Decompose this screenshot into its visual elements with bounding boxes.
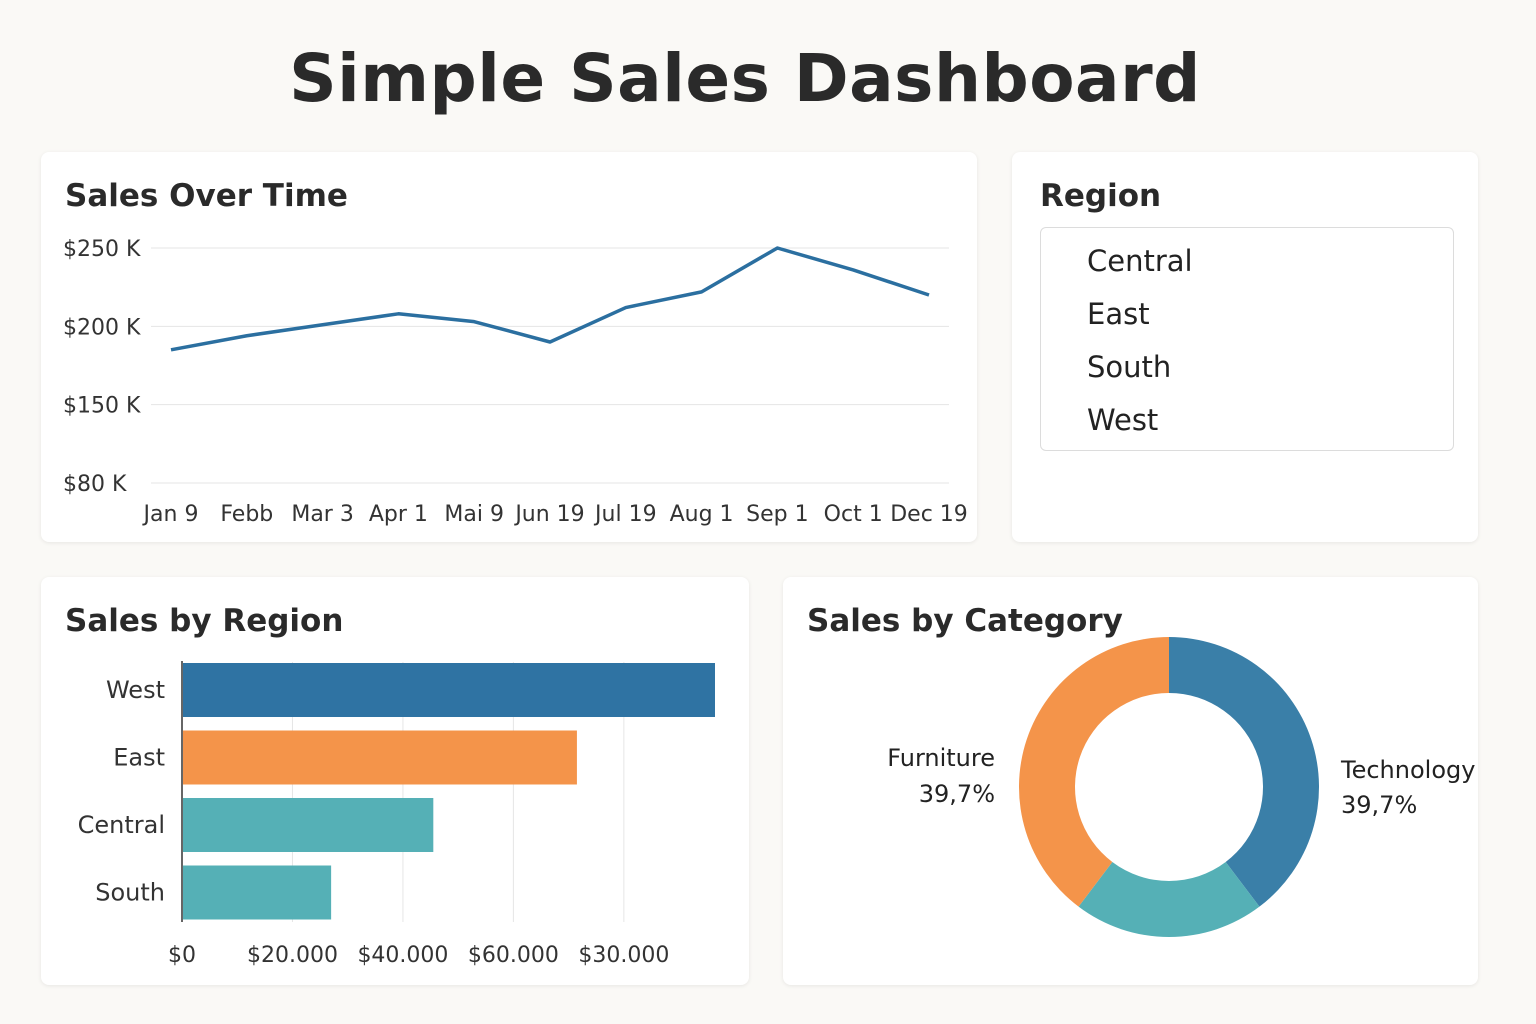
x-tick-label: Mai 9	[444, 502, 504, 527]
donut-slice-furniture	[1019, 637, 1169, 907]
x-tick-label: $20.000	[247, 943, 338, 968]
slice-label-technology: Technology	[1340, 756, 1475, 784]
x-tick-label: Jun 19	[513, 502, 584, 527]
x-tick-label: Aug 1	[670, 502, 734, 527]
donut-slice-technology	[1169, 637, 1319, 907]
slice-value-technology: 39,7%	[1341, 791, 1417, 819]
x-tick-label: $0	[168, 943, 196, 968]
y-tick-label: $80 K	[63, 472, 127, 497]
slice-value-furniture: 39,7%	[919, 780, 995, 808]
sales-by-region-card: Sales by Region $0 $20.000 $40.000 $60.000 $…	[41, 577, 749, 985]
region-option-east[interactable]: East	[1087, 297, 1150, 331]
bar-label-south: South	[95, 879, 165, 907]
x-tick-label: Mar 3	[291, 502, 354, 527]
x-tick-label: $30.000	[578, 943, 669, 968]
sales-by-category-chart: Technology 39,7% Furniture 39,7%	[887, 637, 1475, 937]
x-tick-label: Oct 1	[824, 502, 883, 527]
region-list[interactable]: Central East South West	[1040, 227, 1454, 451]
page-title: Simple Sales Dashboard	[289, 40, 1201, 117]
region-option-west[interactable]: West	[1087, 403, 1158, 437]
sales-line	[170, 246, 930, 352]
region-filter-title: Region	[1040, 178, 1162, 214]
y-tick-label: $250 K	[63, 237, 141, 262]
bar-label-east: East	[113, 744, 165, 772]
sales-by-category-card: Sales by Category Technology 39,7% Furnitu…	[783, 577, 1478, 985]
bar-south	[183, 865, 332, 920]
x-tick-label: Febb	[220, 502, 273, 527]
x-tick-label: Jan 9	[142, 502, 199, 527]
x-tick-label: Jul 19	[593, 502, 657, 527]
x-tick-label: $60.000	[468, 943, 559, 968]
slice-label-furniture: Furniture	[887, 744, 995, 772]
bar-label-west: West	[106, 676, 165, 704]
region-filter-card: Region Central East South West	[1012, 152, 1478, 542]
bar-east	[183, 730, 577, 785]
region-option-south[interactable]: South	[1087, 350, 1171, 384]
x-tick-label: Sep 1	[746, 502, 808, 527]
sales-by-region-chart: $0 $20.000 $40.000 $60.000 $30.000 West East Ce…	[78, 661, 715, 968]
sales-over-time-card: Sales Over Time $250 K $200 K $150 K $80 KJ…	[41, 152, 977, 542]
x-tick-label: $40.000	[357, 943, 448, 968]
y-tick-label: $200 K	[63, 315, 141, 340]
bar-central	[183, 798, 434, 852]
bar-label-central: Central	[78, 811, 165, 839]
x-tick-label: Apr 1	[369, 502, 428, 527]
bar-west	[183, 663, 715, 717]
x-tick-label: Dec 19	[890, 502, 968, 527]
sales-over-time-chart: $250 K $200 K $150 K $80 K Jan 9 Febb Mar 3 Apr…	[63, 237, 968, 527]
y-tick-label: $150 K	[63, 394, 141, 419]
donut-slice-other	[1078, 861, 1260, 937]
region-option-central[interactable]: Central	[1087, 244, 1193, 278]
